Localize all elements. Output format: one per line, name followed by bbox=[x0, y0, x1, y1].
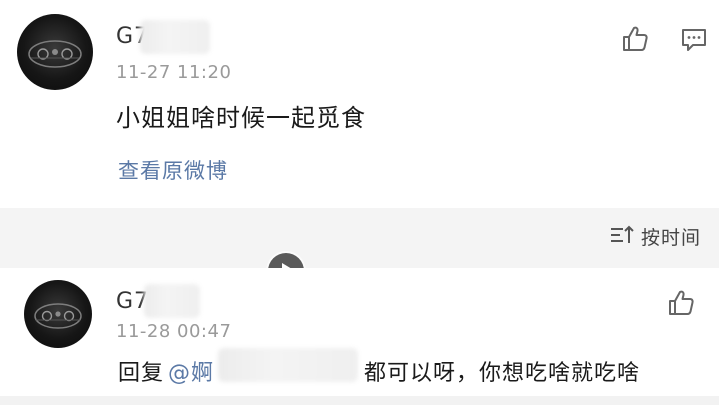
mention-redaction bbox=[218, 348, 358, 382]
reply-mention[interactable]: @婀 bbox=[168, 355, 214, 387]
sort-bar: 按时间 bbox=[0, 208, 719, 268]
reply-text: 都可以呀，你想吃啥就吃啥 bbox=[364, 361, 641, 386]
reply-thumbs-up-icon[interactable] bbox=[666, 288, 696, 322]
reply-prefix: 回复 bbox=[118, 355, 164, 387]
sort-label: 按时间 bbox=[640, 227, 701, 249]
sort-by-time-button[interactable]: 按时间 bbox=[609, 223, 701, 250]
comment-text: 小姐姐啥时候一起觅食 bbox=[116, 104, 366, 132]
username-redaction bbox=[140, 20, 210, 54]
reply-prefix-label: 回复 bbox=[118, 361, 165, 386]
avatar-image bbox=[28, 40, 82, 68]
reply-timestamp: 11-28 00:47 bbox=[116, 321, 232, 342]
avatar[interactable] bbox=[17, 14, 93, 90]
comment-card: G7 11-27 11:20 小姐姐啥时候一起觅食 查看原微博 bbox=[0, 0, 719, 208]
thumbs-up-icon[interactable] bbox=[620, 24, 650, 58]
reply-username-redaction bbox=[144, 284, 200, 318]
sort-lines-icon bbox=[609, 224, 635, 250]
bottom-divider bbox=[0, 396, 719, 405]
view-original-link[interactable]: 查看原微博 bbox=[118, 155, 228, 185]
reply-mention-link[interactable]: @婀 bbox=[168, 361, 214, 386]
reply-avatar[interactable] bbox=[24, 280, 92, 348]
comment-bubble-icon[interactable] bbox=[680, 26, 708, 58]
avatar-image bbox=[34, 303, 82, 329]
comment-timestamp: 11-27 11:20 bbox=[116, 62, 232, 83]
